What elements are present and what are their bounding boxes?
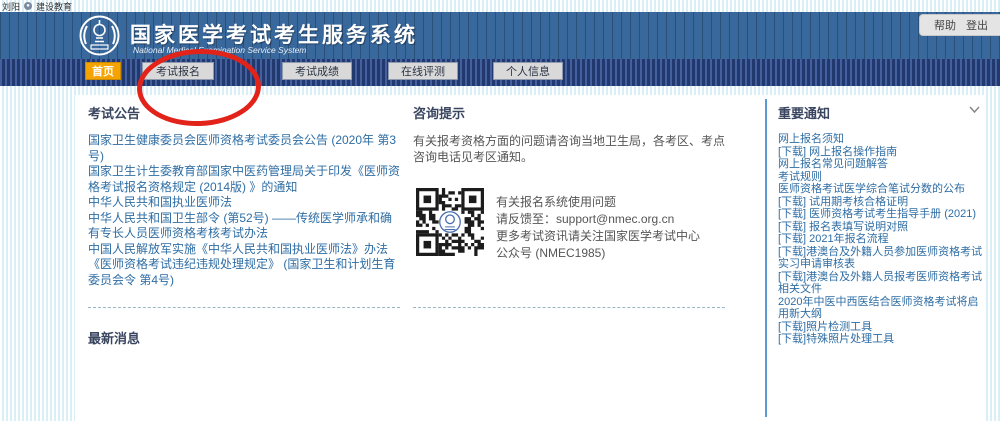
notice-link[interactable]: [下载]照片检测工具 [778,321,986,334]
bookmark-favicon-icon: ● [24,2,32,10]
qr-caption: 有关报名系统使用问题 请反馈至：support@nmec.org.cn 更多考试… [496,188,700,262]
chevron-down-icon[interactable] [969,101,980,119]
consultation-title: 咨询提示 [413,103,729,122]
divider-dashed-middle [413,307,725,308]
browser-bookmarks-bar: 刘阳 ● 建设教育 [0,0,1000,12]
nmec-logo-icon [78,14,121,57]
announcement-link[interactable]: 《医师资格考试违纪违规处理规定》 (国家卫生和计划生育委员会令 第4号) [88,257,403,288]
notice-link[interactable]: 2020年中医中西医结合医师资格考试将启用新大纲 [778,296,986,321]
notice-link[interactable]: [下载]港澳台及外籍人员报考医师资格考试相关文件 [778,271,986,296]
notice-link[interactable]: 网上报名常见问题解答 [778,158,986,171]
exam-announcements-section: 考试公告 国家卫生健康委员会医师资格考试委员会公告 (2020年 第3号) 国家… [88,103,403,288]
notice-link[interactable]: [下载] 试用期考核合格证明 [778,196,986,209]
help-link[interactable]: 帮助 [934,17,956,33]
announcement-link[interactable]: 中华人民共和国卫生部令 (第52号) ——传统医学师承和确有专长人员医师资格考核… [88,211,403,242]
qr-code [416,188,484,256]
tab-online-assessment[interactable]: 在线评测 [388,62,458,80]
exam-announcements-title: 考试公告 [88,103,403,122]
consultation-section: 咨询提示 有关报考资格方面的问题请咨询当地卫生局，各考区、考点咨询电话见考区通知… [413,103,729,165]
content-panel: 考试公告 国家卫生健康委员会医师资格考试委员会公告 (2020年 第3号) 国家… [75,95,985,421]
qr-row: 有关报名系统使用问题 请反馈至：support@nmec.org.cn 更多考试… [416,188,700,262]
consultation-intro: 有关报考资格方面的问题请咨询当地卫生局，各考区、考点咨询电话见考区通知。 [413,133,729,165]
session-controls: 帮助 登出 [919,14,1000,36]
qr-caption-line: 有关报名系统使用问题 [496,194,700,211]
announcement-link[interactable]: 中华人民共和国执业医师法 [88,195,403,211]
vertical-divider [765,99,767,417]
announcement-link[interactable]: 国家卫生计生委教育部国家中医药管理局关于印发《医师资格考试报名资格规定 (201… [88,164,403,195]
app-header: 国家医学考试考生服务系统 National Medical Examinatio… [0,12,1000,59]
page: 刘阳 ● 建设教育 国家医学考试考生服务系统 National Medical … [0,0,1000,421]
tab-exam-registration[interactable]: 考试报名 [142,62,214,80]
notice-link[interactable]: 医师资格考试医学综合笔试分数的公布 [778,183,986,196]
qr-caption-line: 更多考试资讯请关注国家医学考试中心 [496,228,700,245]
logout-link[interactable]: 登出 [966,17,988,33]
bookmark-label-2[interactable]: 建设教育 [36,0,72,12]
qr-caption-line: 公众号 (NMEC1985) [496,245,700,262]
tab-home[interactable]: 首页 [85,62,121,80]
important-notices-title: 重要通知 [778,103,986,122]
tab-personal-info[interactable]: 个人信息 [493,62,563,80]
divider-dashed-left [88,307,400,308]
announcement-link[interactable]: 中国人民解放军实施《中华人民共和国执业医师法》办法 [88,242,403,258]
latest-news-title: 最新消息 [88,328,140,347]
notice-link[interactable]: 网上报名须知 [778,133,986,146]
notice-link[interactable]: [下载]港澳台及外籍人员参加医师资格考试实习申请审核表 [778,246,986,271]
main-nav: 首页 考试报名 考试成绩 在线评测 个人信息 [0,59,1000,86]
notice-link[interactable]: [下载] 医师资格考试考生指导手册 (2021) [778,208,986,221]
notice-link[interactable]: [下载] 报名表填写说明对照 [778,221,986,234]
app-subtitle: National Medical Examination Service Sys… [133,45,306,55]
qr-caption-line: 请反馈至：support@nmec.org.cn [496,211,700,228]
announcement-link[interactable]: 国家卫生健康委员会医师资格考试委员会公告 (2020年 第3号) [88,133,403,164]
notice-link[interactable]: 考试规则 [778,171,986,184]
tab-exam-results[interactable]: 考试成绩 [282,62,352,80]
important-notices-section: 重要通知 网上报名须知 [下载] 网上报名操作指南 网上报名常见问题解答 考试规… [778,103,986,346]
notice-link[interactable]: [下载]特殊照片处理工具 [778,333,986,346]
notice-link[interactable]: [下载] 2021年报名流程 [778,233,986,246]
bookmark-label[interactable]: 刘阳 [2,0,20,12]
notice-link[interactable]: [下载] 网上报名操作指南 [778,146,986,159]
